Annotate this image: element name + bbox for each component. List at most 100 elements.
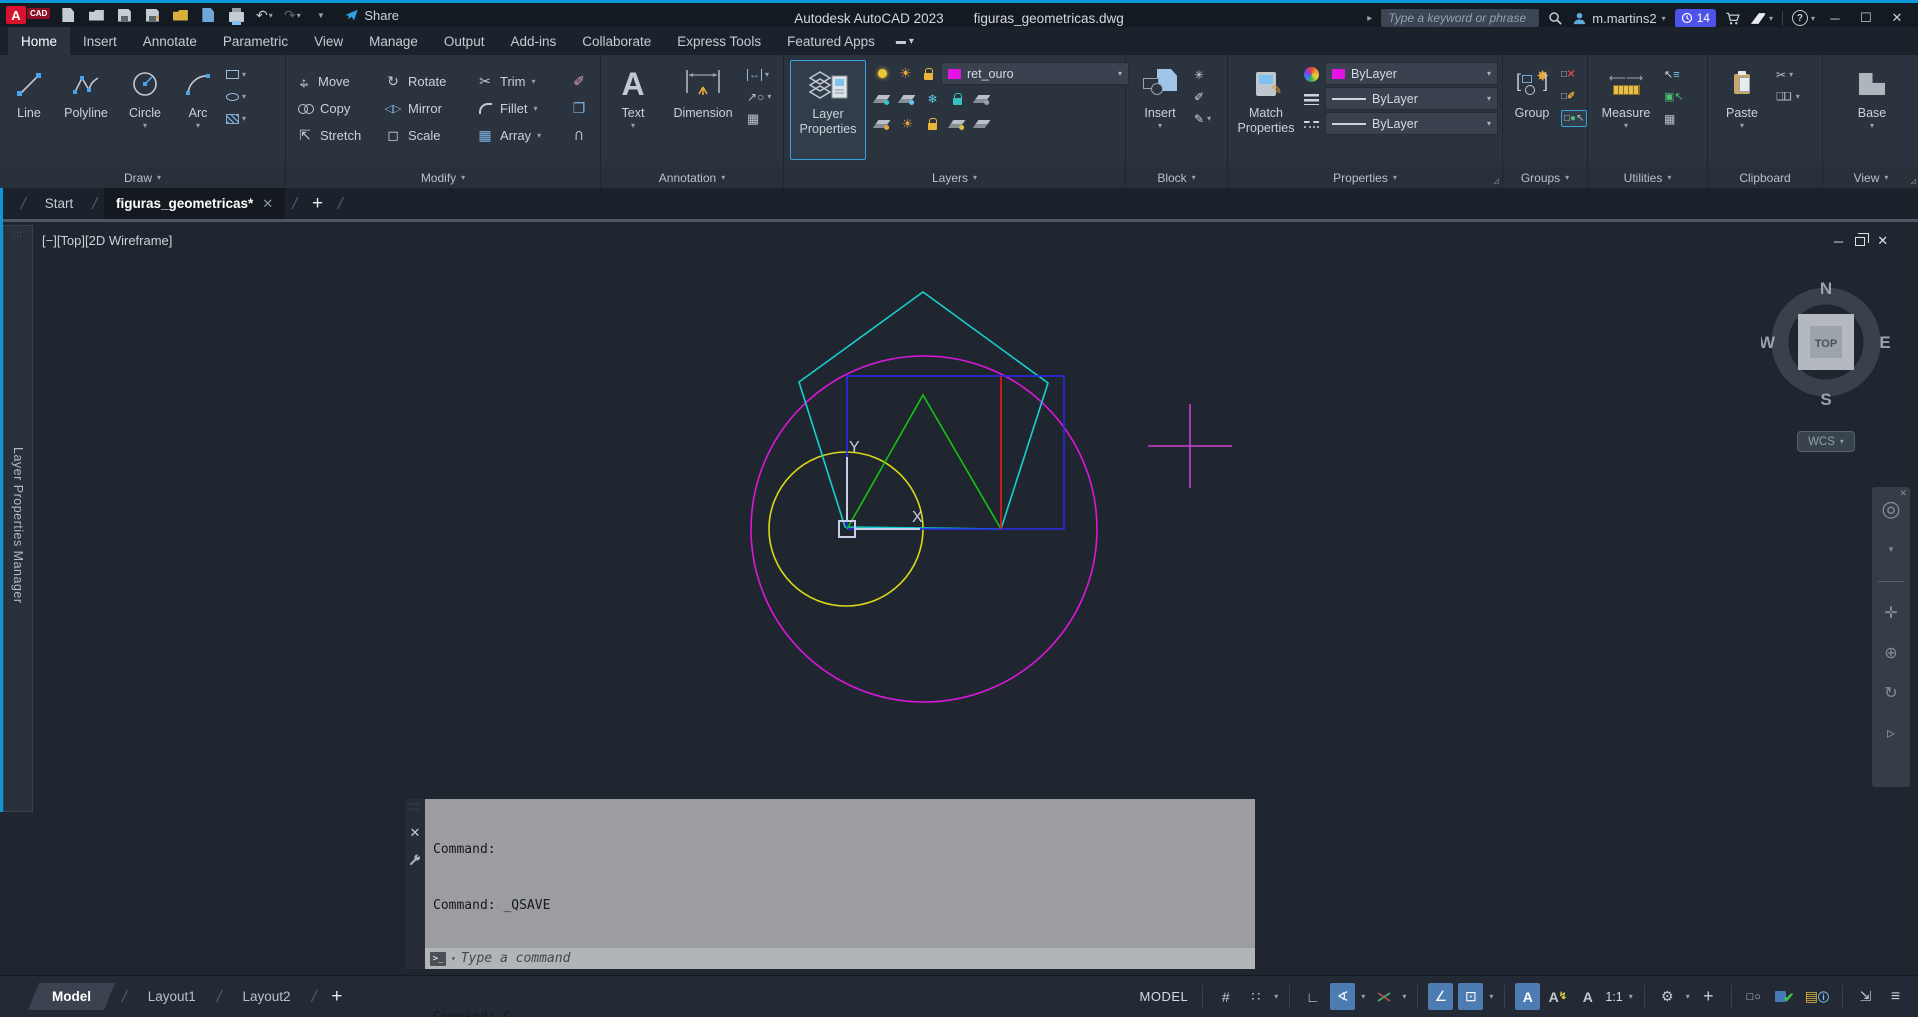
array-button[interactable]: ▦Array▾ — [476, 127, 570, 144]
save-to-web-button[interactable] — [198, 5, 218, 25]
palette-grip[interactable]: ∙∙∙∙∙∙ — [14, 231, 23, 239]
navigation-wheel-icon[interactable]: ◎ — [1881, 501, 1900, 517]
text-button[interactable]: A Text ▾ — [607, 60, 659, 167]
polyline-button[interactable]: Polyline — [58, 60, 114, 167]
erase-button[interactable]: ✐ — [570, 73, 600, 90]
lineweight-list-button[interactable] — [1304, 91, 1319, 108]
close-button[interactable]: ✕ — [1886, 10, 1908, 26]
panel-expander-icon[interactable]: ◿ — [1494, 177, 1499, 185]
layer-properties-manager-palette[interactable]: ∙∙∙∙∙∙ Layer Properties Manager — [3, 225, 33, 812]
app-store-cart-icon[interactable] — [1725, 11, 1741, 26]
autodesk-menu[interactable]: ▾ — [1750, 12, 1773, 25]
quick-calculator-button[interactable]: ▣↖ — [1664, 88, 1684, 105]
compass-north[interactable]: N — [1820, 279, 1832, 298]
linetype-dropdown[interactable]: ByLayer ▾ — [1325, 112, 1498, 135]
close-tab-icon[interactable]: ✕ — [262, 196, 273, 212]
viewcube-top-label[interactable]: TOP — [1815, 338, 1837, 350]
layer-unlock-button[interactable] — [922, 113, 943, 135]
ungroup-button[interactable]: □✕ — [1561, 66, 1587, 83]
maximize-button[interactable]: ☐ — [1855, 10, 1877, 26]
linetype-list-button[interactable] — [1304, 116, 1319, 133]
paste-button[interactable]: Paste ▾ — [1714, 60, 1770, 167]
chevron-down-icon[interactable]: ▾ — [1489, 992, 1493, 1001]
properties-panel-label[interactable]: Properties▾◿ — [1228, 167, 1502, 188]
cyan-pentagon[interactable] — [799, 292, 1048, 529]
modify-panel-label[interactable]: Modify▾ — [286, 167, 600, 188]
command-history[interactable]: Command: Command: _QSAVE Command: Comman… — [425, 799, 1255, 948]
compass-south[interactable]: S — [1820, 390, 1831, 407]
command-window[interactable]: ∙∙∙∙∙∙∙∙ ✕ Command: Command: _QSAVE Comm… — [405, 799, 1255, 969]
save-as-button[interactable]: ✎ — [142, 5, 162, 25]
annotation-panel-label[interactable]: Annotation▾ — [601, 167, 783, 188]
rotate-button[interactable]: ↻Rotate — [384, 73, 476, 90]
chevron-down-icon[interactable]: ▾ — [1274, 992, 1278, 1001]
search-input[interactable] — [1381, 9, 1539, 27]
app-logo[interactable]: A CAD — [6, 6, 50, 24]
dimension-button[interactable]: Dimension — [665, 60, 741, 167]
object-snap-button[interactable]: ⊡ — [1458, 983, 1483, 1010]
workspace-switching-button[interactable]: ⚙ — [1655, 983, 1680, 1010]
doc-close-icon[interactable]: ✕ — [1877, 233, 1888, 249]
wcs-dropdown[interactable]: WCS ▾ — [1797, 431, 1855, 452]
chevron-down-icon[interactable]: ▾ — [451, 954, 456, 963]
palette-anchor-bar[interactable] — [0, 188, 3, 812]
chevron-down-icon[interactable]: ▾ — [1686, 992, 1690, 1001]
fillet-button[interactable]: Fillet▾ — [476, 101, 570, 116]
layout1-tab[interactable]: Layout1 — [134, 984, 210, 1009]
tab-home[interactable]: Home — [8, 27, 70, 55]
tab-output[interactable]: Output — [431, 27, 498, 55]
tab-featured-apps[interactable]: Featured Apps — [774, 27, 888, 55]
save-button[interactable] — [114, 5, 134, 25]
line-button[interactable]: Line — [6, 60, 52, 167]
tab-express-tools[interactable]: Express Tools — [664, 27, 774, 55]
match-properties-button[interactable]: ✎ Match Properties — [1234, 60, 1298, 167]
new-tab-button[interactable]: + — [304, 188, 331, 219]
new-layout-button[interactable]: + — [323, 986, 350, 1008]
layout2-tab[interactable]: Layout2 — [229, 984, 305, 1009]
hatch-button[interactable]: ▾ — [226, 110, 246, 127]
chevron-down-icon[interactable]: ▾ — [1629, 992, 1633, 1001]
annotation-scale-button[interactable]: A — [1575, 983, 1600, 1010]
annotation-visibility-button[interactable]: A — [1515, 983, 1540, 1010]
zoom-icon[interactable]: ⊕ — [1884, 646, 1897, 662]
calculator-button[interactable]: ▦ — [1664, 110, 1684, 127]
ortho-mode-button[interactable]: ∟ — [1300, 983, 1325, 1010]
layer-select-dropdown[interactable]: ret_ouro ▾ — [941, 62, 1129, 85]
chevron-down-icon[interactable]: ▾ — [1889, 541, 1894, 557]
notification-badge[interactable]: 14 — [1675, 9, 1716, 28]
tab-parametric[interactable]: Parametric — [210, 27, 301, 55]
group-button[interactable]: [✸] Group — [1509, 60, 1555, 167]
define-attributes-button[interactable]: ✎▾ — [1194, 110, 1211, 127]
search-expand-icon[interactable]: ▸ — [1367, 13, 1372, 24]
circle-button[interactable]: Circle ▾ — [120, 60, 170, 167]
tab-insert[interactable]: Insert — [70, 27, 130, 55]
account-menu[interactable]: m.martins2 ▾ — [1572, 11, 1665, 26]
redo-button[interactable]: ↷▾ — [282, 5, 302, 25]
layer-make-current-button[interactable] — [972, 88, 993, 110]
layer-off-button[interactable] — [872, 63, 893, 85]
measure-button[interactable]: ⟵⟶ Measure ▾ — [1594, 60, 1658, 167]
viewcube[interactable]: TOP N S W E — [1761, 277, 1891, 407]
tab-annotate[interactable]: Annotate — [130, 27, 210, 55]
tab-view[interactable]: View — [301, 27, 356, 55]
linear-dimension-button[interactable]: ↔▾ — [747, 66, 771, 83]
edit-block-button[interactable]: ✐ — [1194, 88, 1211, 105]
quick-select-button[interactable]: ↖≡ — [1664, 66, 1684, 83]
layer-brightness-button[interactable]: ☀ — [895, 63, 916, 85]
new-drawing-button[interactable] — [58, 5, 78, 25]
leader-button[interactable]: ↗○▾ — [747, 88, 771, 105]
customization-button[interactable]: ≡ — [1883, 983, 1908, 1010]
tab-add-ins[interactable]: Add-ins — [497, 27, 569, 55]
open-from-web-button[interactable] — [170, 5, 190, 25]
annotation-monitor-button[interactable]: + — [1696, 983, 1721, 1010]
share-button[interactable]: Share — [344, 8, 399, 23]
rectangle-button[interactable]: ▾ — [226, 66, 246, 83]
trim-button[interactable]: ✂Trim▾ — [476, 73, 570, 90]
graphics-performance-button[interactable]: □○ — [1742, 983, 1767, 1010]
viewport-controls-label[interactable]: [−][Top][2D Wireframe] — [42, 233, 172, 248]
file-tab-document[interactable]: figuras_geometricas* ✕ — [104, 188, 285, 219]
compass-west[interactable]: W — [1761, 333, 1776, 352]
view-panel-label[interactable]: View▾◿ — [1823, 167, 1918, 188]
command-drag-grip[interactable]: ∙∙∙∙∙∙∙∙ — [409, 802, 421, 812]
cut-button[interactable]: ✂▾ — [1776, 66, 1800, 83]
